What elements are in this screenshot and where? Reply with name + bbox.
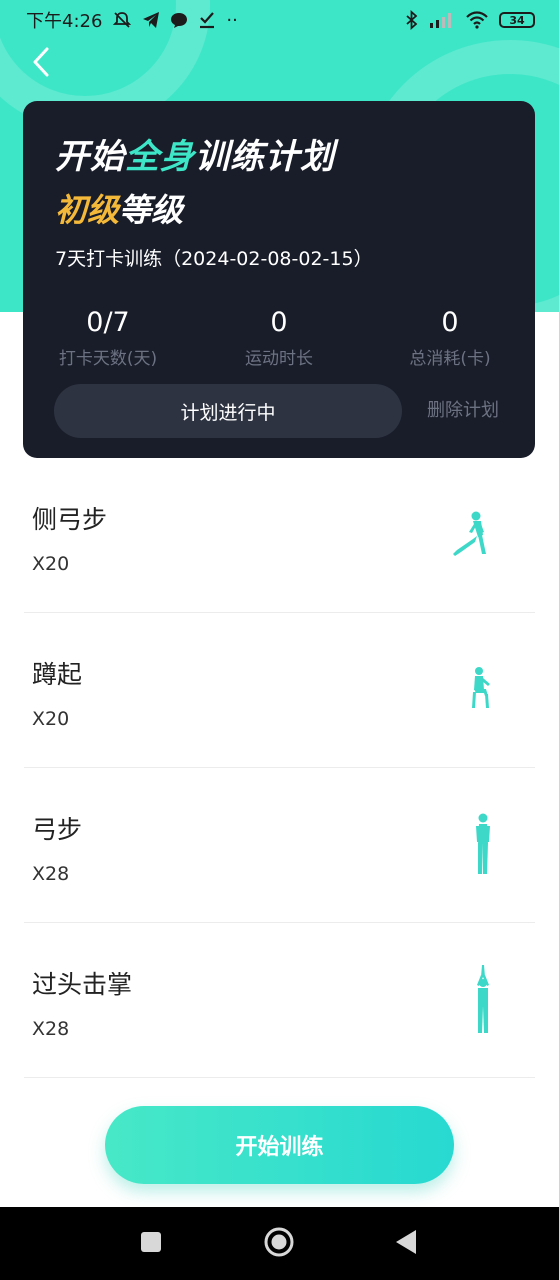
list-item[interactable]: 蹲起 X20 <box>24 613 535 768</box>
status-bar: 下午4:26 ·· 34 <box>0 0 559 40</box>
exercise-reps: X28 <box>32 1018 70 1040</box>
battery-icon: 34 <box>499 12 535 28</box>
plan-stats: 0/7 打卡天数(天) 0 运动时长 0 总消耗(卡) <box>23 307 535 369</box>
stat-value: 0 <box>441 307 459 338</box>
status-more-dots: ·· <box>226 9 238 31</box>
stat-label: 运动时长 <box>245 349 313 369</box>
stat-exercise-duration: 0 运动时长 <box>194 307 364 369</box>
plan-card: 开始全身训练计划 初级等级 7天打卡训练（2024-02-08-02-15） 0… <box>23 101 535 458</box>
status-time: 下午4:26 <box>26 11 103 32</box>
recent-apps-button[interactable] <box>140 1231 162 1257</box>
plan-level: 初级等级 <box>55 185 183 231</box>
back-button[interactable] <box>26 44 56 80</box>
square-icon <box>141 1231 161 1252</box>
triangle-back-icon <box>396 1229 416 1254</box>
stat-value: 0/7 <box>86 307 130 338</box>
wifi-icon <box>466 11 488 29</box>
bluetooth-icon <box>406 10 418 30</box>
stat-value: 0 <box>270 307 288 338</box>
stat-label: 打卡天数(天) <box>58 349 158 369</box>
back-nav-button[interactable] <box>394 1229 418 1259</box>
list-item[interactable]: 过头击掌 X28 <box>24 923 535 1078</box>
plan-subtitle: 7天打卡训练（2024-02-08-02-15） <box>55 248 373 270</box>
side-lunge-figure-icon <box>453 511 486 556</box>
plan-status-button[interactable]: 计划进行中 <box>54 384 402 438</box>
exercise-name: 侧弓步 <box>32 505 108 534</box>
system-navigation-bar <box>0 1207 559 1280</box>
chat-bubble-icon <box>171 13 188 28</box>
download-check-icon <box>200 12 215 29</box>
plan-level-suffix: 等级 <box>119 191 184 229</box>
plan-title-highlight: 全身 <box>125 137 195 177</box>
exercise-reps: X20 <box>32 553 70 575</box>
exercise-reps: X28 <box>32 863 70 885</box>
signal-icon <box>430 13 451 28</box>
exercise-name: 弓步 <box>32 815 83 844</box>
exercise-reps: X20 <box>32 708 70 730</box>
stat-checkin-days: 0/7 打卡天数(天) <box>23 307 193 369</box>
battery-level: 34 <box>509 13 525 27</box>
stat-total-calories: 0 总消耗(卡) <box>365 307 535 369</box>
list-item[interactable]: 弓步 X28 <box>24 768 535 923</box>
overhead-clap-figure-icon <box>477 965 489 1033</box>
stat-label: 总消耗(卡) <box>409 349 491 369</box>
exercise-list: 侧弓步 X20 蹲起 X20 弓步 X28 过头击掌 X28 <box>24 458 535 1078</box>
telegram-icon <box>143 12 160 28</box>
plan-level-highlight: 初级 <box>55 191 120 229</box>
circle-home-icon <box>264 1227 294 1256</box>
home-button[interactable] <box>263 1226 295 1262</box>
plan-title: 开始全身训练计划 <box>55 129 335 178</box>
delete-plan-button[interactable]: 删除计划 <box>427 384 499 438</box>
start-training-button[interactable]: 开始训练 <box>105 1106 454 1184</box>
plan-title-prefix: 开始 <box>55 137 125 177</box>
lunge-figure-icon <box>476 813 490 874</box>
plan-title-suffix: 训练计划 <box>195 137 335 177</box>
chevron-left-icon <box>33 47 49 77</box>
exercise-name: 过头击掌 <box>32 970 133 999</box>
mute-icon <box>113 12 132 28</box>
squat-figure-icon <box>472 667 490 708</box>
exercise-name: 蹲起 <box>32 660 83 689</box>
list-item[interactable]: 侧弓步 X20 <box>24 458 535 613</box>
